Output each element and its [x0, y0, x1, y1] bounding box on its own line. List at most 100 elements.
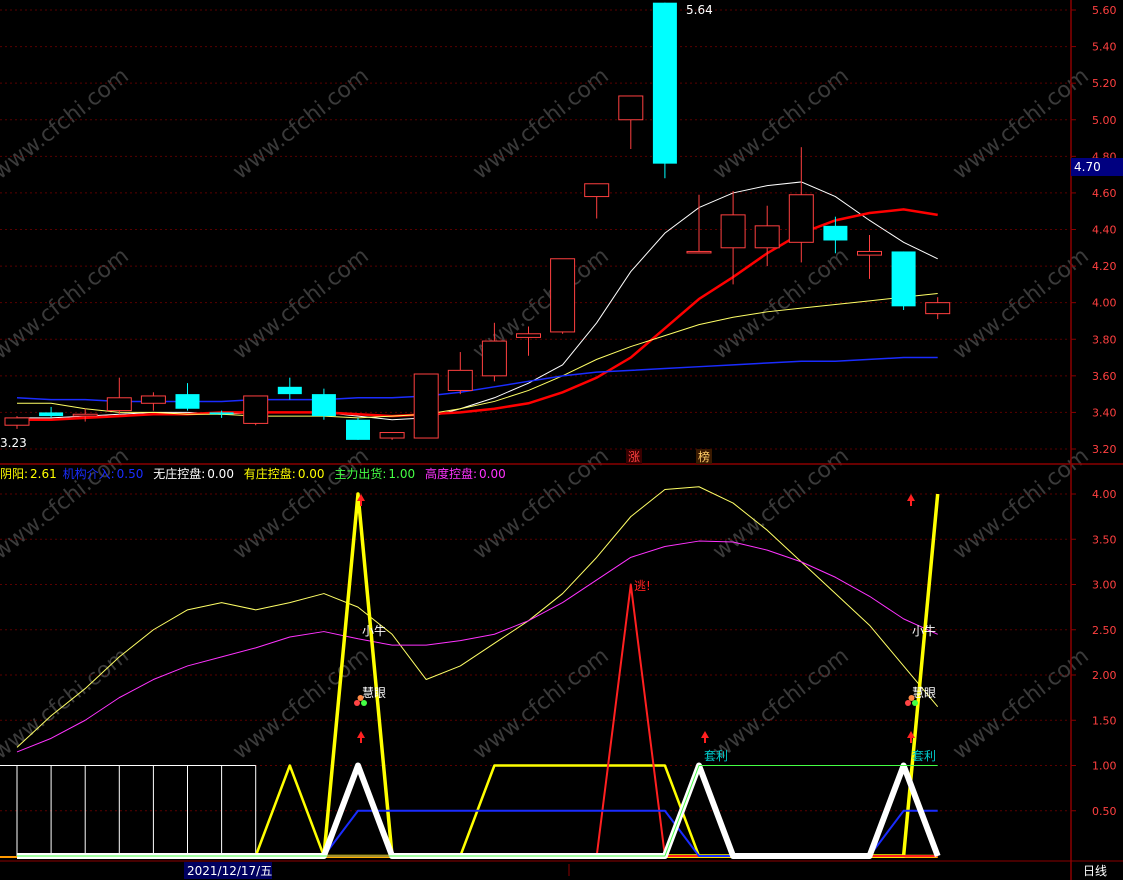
price-tick-label: 3.40 [1092, 406, 1117, 419]
up-arrow-icon [357, 731, 365, 743]
period-selector[interactable]: 日线 [1083, 864, 1107, 878]
candle [447, 352, 473, 395]
candle-body [925, 302, 951, 315]
candle-body [652, 2, 677, 164]
candle [175, 383, 200, 411]
up-arrow-icon [701, 731, 709, 743]
price-tick-label: 3.80 [1092, 333, 1117, 346]
candle [788, 147, 814, 263]
legend-value-youzhuang: 0.00 [298, 467, 325, 481]
indicator-tick-label: 1.50 [1092, 714, 1117, 727]
price-tick-label: 4.40 [1092, 224, 1117, 237]
candle [584, 183, 610, 219]
candle [72, 408, 98, 422]
watermark-text: www.cfchi.com [948, 643, 1093, 764]
candle-body [754, 225, 780, 249]
candle-body [346, 419, 370, 440]
indicator-tick-label: 1.00 [1092, 760, 1117, 773]
stock-chart[interactable]: www.cfchi.com www.cfchi.com www.cfchi.com w… [0, 0, 1123, 880]
candle-body [209, 412, 234, 415]
ma-line [16, 356, 938, 403]
watermark-text: www.cfchi.com [468, 443, 613, 564]
tao-label: 逃! [634, 579, 651, 593]
candle-body [277, 386, 302, 395]
price-grid [0, 9, 1071, 450]
watermark-text: www.cfchi.com [0, 243, 134, 364]
candle [277, 377, 302, 400]
price-tick-label: 3.20 [1092, 443, 1117, 456]
candle-body [857, 250, 882, 256]
indicator-tick-label: 2.50 [1092, 624, 1117, 637]
candle-body [618, 95, 644, 121]
indicator-legend: 阴阳: 2.61 机构介入: 0.50 无庄控盘: 0.00 有庄控盘: 0.00 主力… [0, 466, 506, 481]
candle [140, 392, 166, 411]
price-tick-label: 3.60 [1092, 370, 1117, 383]
xiaoniu-label-2: 小牛 [912, 623, 936, 638]
legend-label-jigou: 机构介入: [63, 466, 115, 481]
legend-value-wuzhuang: 0.00 [207, 467, 234, 481]
price-tick-label: 5.60 [1092, 4, 1117, 17]
candle-body [379, 432, 405, 439]
legend-value-jigou: 0.50 [117, 467, 144, 481]
candle-body [550, 258, 576, 333]
candle-body [823, 225, 848, 241]
candle [857, 234, 882, 279]
candle [379, 432, 405, 440]
candle-body [243, 395, 269, 424]
candle [39, 406, 64, 418]
candle-body [39, 412, 64, 417]
candle-body [584, 183, 610, 198]
watermark-text: www.cfchi.com [468, 63, 613, 184]
watermark-text: www.cfchi.com [468, 643, 613, 764]
candle-body [106, 397, 132, 412]
candle [618, 95, 644, 150]
watermark-text: www.cfchi.com [948, 243, 1093, 364]
period-label[interactable]: 日线 [1083, 864, 1107, 878]
legend-label-gaodu: 高度控盘: [425, 466, 477, 481]
indicator-tick-label: 0.50 [1092, 805, 1117, 818]
svg-text:阴阳:2.61 机构介入:0.50: 阴阳: 2.61 机构介入: 0.50 无庄控盘: 0.00 有庄控盘: 0.00 主力… [0, 466, 506, 481]
price-tick-label: 5.40 [1092, 41, 1117, 54]
watermark-text: www.cfchi.com [948, 443, 1093, 564]
watermark-text: www.cfchi.com [0, 443, 134, 564]
price-tick-label: 4.60 [1092, 187, 1117, 200]
candle [311, 388, 336, 420]
candle [346, 417, 370, 440]
candle-body [4, 417, 30, 426]
watermark-text: www.cfchi.com [228, 243, 373, 364]
candlesticks [4, 2, 951, 440]
signal-annotations: 小牛 小牛 慧眼 慧眼 逃! 套利 套利 [354, 494, 936, 763]
price-tick-label: 4.20 [1092, 260, 1117, 273]
price-tick-label: 4.00 [1092, 297, 1117, 310]
candle-body [686, 250, 712, 254]
candle-body [516, 333, 541, 338]
indicator-tick-label: 3.00 [1092, 579, 1117, 592]
indicator-tick-label: 3.50 [1092, 533, 1117, 546]
candle [243, 395, 269, 426]
huiyan-label-1: 慧眼 [362, 685, 386, 700]
candle [891, 251, 916, 310]
up-arrow-icon [907, 494, 915, 506]
candle [925, 297, 951, 320]
candle [106, 377, 132, 415]
candle [550, 258, 576, 334]
candle [754, 205, 780, 267]
date-label: 2021/12/17/五 [187, 864, 272, 878]
candle-body [891, 251, 916, 307]
watermark-text: www.cfchi.com [708, 243, 853, 364]
legend-value-yinyang: 2.61 [30, 467, 57, 481]
price-tick-label: 5.00 [1092, 114, 1117, 127]
candle-body [447, 369, 473, 391]
indicator-tick-label: 4.00 [1092, 488, 1117, 501]
candle [4, 416, 30, 429]
legend-label-wuzhuang: 无庄控盘: [153, 466, 205, 481]
candle-body [720, 214, 746, 249]
xiaoniu-label-1: 小牛 [362, 623, 386, 638]
legend-label-youzhuang: 有庄控盘: [244, 466, 296, 481]
bang-marker: 榜 [698, 449, 710, 464]
candle-body [72, 413, 98, 417]
price-tick-label: 5.20 [1092, 77, 1117, 90]
candle-body [140, 395, 166, 404]
high-price-label: 5.64 [686, 3, 713, 17]
legend-value-chuhuo: 1.00 [388, 467, 415, 481]
